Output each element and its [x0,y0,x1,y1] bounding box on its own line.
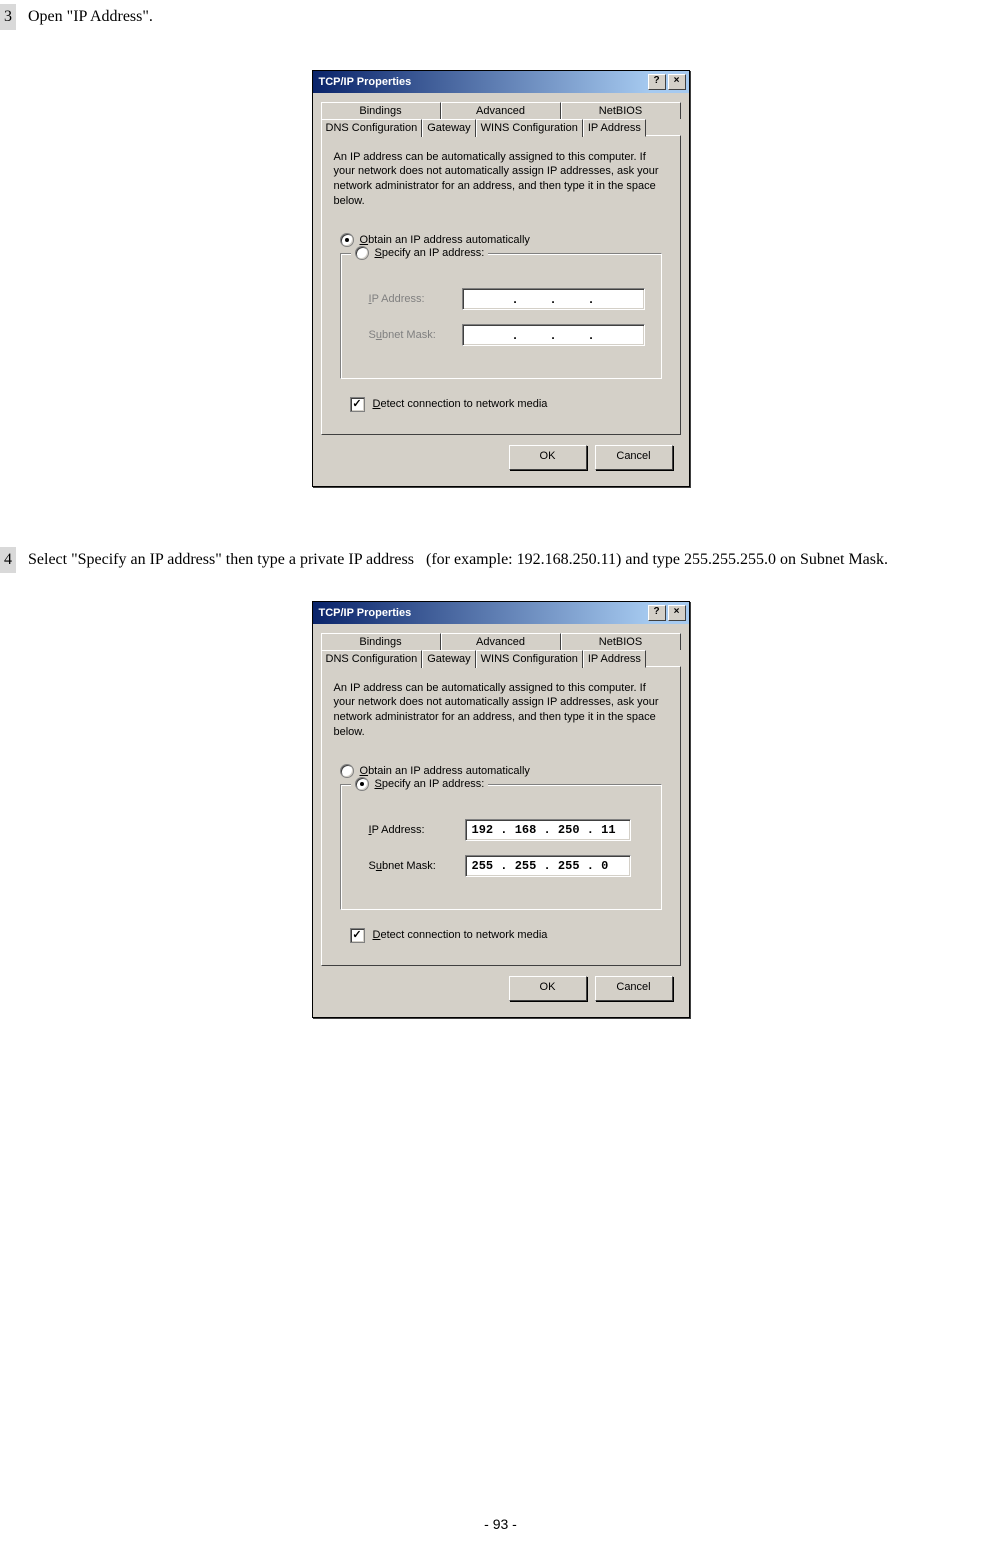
subnet-mask-label: Subnet Mask: [369,860,465,872]
tab-row-top: Bindings Advanced NetBIOS [321,632,681,649]
tab-bindings[interactable]: Bindings [321,102,441,119]
cancel-button[interactable]: Cancel [595,976,673,1001]
step-4-text-a: Select "Specify an IP address" then type… [28,551,414,568]
subnet-mask-input[interactable]: ... [462,324,644,346]
titlebar-text: TCP/IP Properties [316,607,412,619]
tab-bindings[interactable]: Bindings [321,633,441,650]
step-4-text-c: and type 255.255.255.0 on Subnet Mask. [625,551,888,568]
cancel-button[interactable]: Cancel [595,445,673,470]
radio-specify-label: Specify an IP address: [375,247,485,259]
ip-address-label: IP Address: [369,824,465,836]
ok-button[interactable]: OK [509,976,587,1001]
step-3: 3 Open "IP Address". [0,4,1001,30]
checkbox-icon: ✓ [350,397,365,412]
tab-gateway[interactable]: Gateway [422,650,475,668]
radio-icon[interactable] [355,246,369,260]
radio-specify-label: Specify an IP address: [375,778,485,790]
tab-dns[interactable]: DNS Configuration [321,650,423,668]
radio-obtain-auto[interactable]: Obtain an IP address automatically [340,233,668,247]
detect-connection-checkbox[interactable]: ✓ Detect connection to network media [350,928,668,943]
tab-panel: An IP address can be automatically assig… [321,666,681,966]
tab-wins[interactable]: WINS Configuration [476,650,583,668]
tab-row-bottom: DNS Configuration Gateway WINS Configura… [321,649,681,667]
ip-address-input[interactable]: ... [462,288,644,310]
subnet-mask-label: Subnet Mask: [369,329,463,341]
tab-panel: An IP address can be automatically assig… [321,135,681,435]
specify-ip-fieldset: Specify an IP address: IP Address: 192 .… [340,784,662,910]
titlebar[interactable]: TCP/IP Properties ? × [313,71,689,93]
help-button[interactable]: ? [648,74,666,90]
tab-ip-address[interactable]: IP Address [583,119,646,137]
radio-obtain-auto[interactable]: Obtain an IP address automatically [340,764,668,778]
tab-gateway[interactable]: Gateway [422,119,475,137]
tab-row-bottom: DNS Configuration Gateway WINS Configura… [321,118,681,136]
tab-ip-address[interactable]: IP Address [583,650,646,668]
tab-wins[interactable]: WINS Configuration [476,119,583,137]
step-3-text: Open "IP Address". [28,8,153,25]
page-number: - 93 - [0,1516,1001,1532]
step-4: 4 Select "Specify an IP address" then ty… [0,547,1001,573]
help-button[interactable]: ? [648,605,666,621]
titlebar-text: TCP/IP Properties [316,76,412,88]
close-button[interactable]: × [668,605,686,621]
step-3-number: 3 [0,4,16,30]
panel-description: An IP address can be automatically assig… [334,150,668,209]
radio-obtain-label: Obtain an IP address automatically [360,234,530,246]
tab-netbios[interactable]: NetBIOS [561,633,681,650]
radio-icon[interactable] [355,777,369,791]
ip-address-label: IP Address: [369,293,463,305]
radio-obtain-label: Obtain an IP address automatically [360,765,530,777]
radio-icon [340,233,354,247]
step-4-text-b: (for example: 192.168.250.11) [426,551,621,568]
ok-button[interactable]: OK [509,445,587,470]
detect-connection-label: Detect connection to network media [373,929,548,941]
detect-connection-label: Detect connection to network media [373,398,548,410]
checkbox-icon: ✓ [350,928,365,943]
titlebar[interactable]: TCP/IP Properties ? × [313,602,689,624]
tcpip-dialog-2: TCP/IP Properties ? × Bindings Advanced … [312,601,690,1018]
panel-description: An IP address can be automatically assig… [334,681,668,740]
tab-row-top: Bindings Advanced NetBIOS [321,101,681,118]
subnet-mask-input[interactable]: 255 . 255 . 255 . 0 [465,855,631,877]
ip-address-input[interactable]: 192 . 168 . 250 . 11 [465,819,631,841]
tab-advanced[interactable]: Advanced [441,633,561,650]
tcpip-dialog-1: TCP/IP Properties ? × Bindings Advanced … [312,70,690,487]
detect-connection-checkbox[interactable]: ✓ Detect connection to network media [350,397,668,412]
specify-ip-fieldset: Specify an IP address: IP Address: ... S… [340,253,662,379]
tab-dns[interactable]: DNS Configuration [321,119,423,137]
radio-icon [340,764,354,778]
tab-netbios[interactable]: NetBIOS [561,102,681,119]
step-4-number: 4 [0,547,16,573]
close-button[interactable]: × [668,74,686,90]
tab-advanced[interactable]: Advanced [441,102,561,119]
